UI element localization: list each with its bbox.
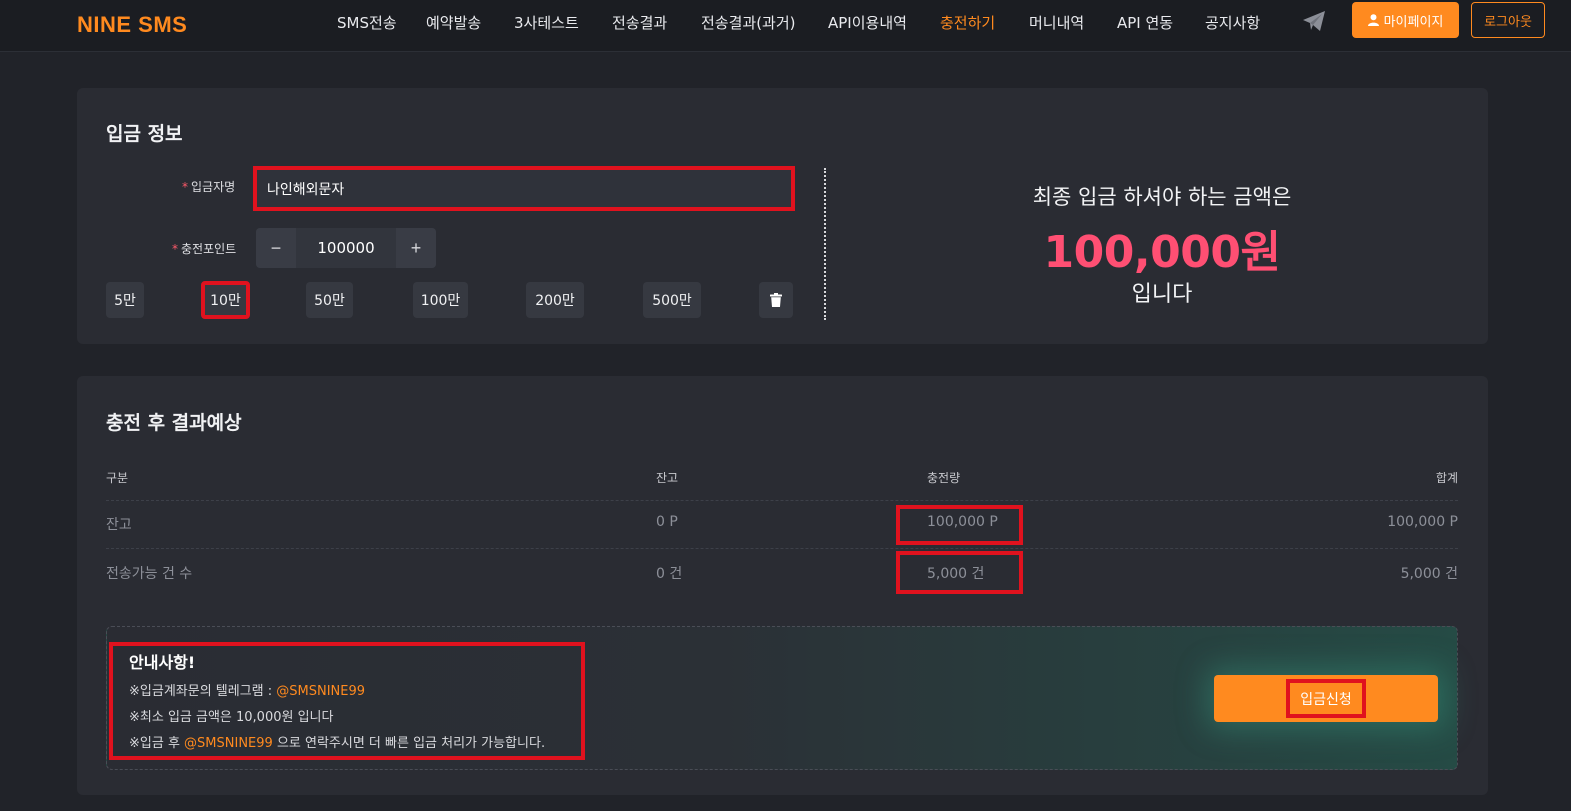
quick-amount-50k[interactable]: 5만 <box>106 282 144 318</box>
mypage-label: 마이페이지 <box>1383 14 1444 30</box>
table-cell-row1-total: 100,000 P <box>1387 514 1458 530</box>
table-header-charge: 충전량 <box>927 471 961 485</box>
quick-amount-5m[interactable]: 500만 <box>643 282 701 318</box>
nav-send-results[interactable]: 전송결과 <box>612 12 667 33</box>
nav-api-usage[interactable]: API이용내역 <box>828 12 907 33</box>
table-divider <box>106 548 1458 549</box>
final-amount-suffix: 입니다 <box>1131 282 1193 307</box>
quick-amount-1m[interactable]: 100만 <box>413 282 468 318</box>
nav-scheduled-send[interactable]: 예약발송 <box>426 12 481 33</box>
required-mark: * <box>172 242 178 256</box>
notice-line-telegram: ※입금계좌문의 텔레그램 : @SMSNINE99 <box>129 684 366 699</box>
telegram-handle[interactable]: @SMSNINE99 <box>276 684 365 699</box>
table-header-balance: 잔고 <box>656 471 679 485</box>
depositor-highlight <box>253 166 795 211</box>
notice-area: 안내사항! ※입금계좌문의 텔레그램 : @SMSNINE99 ※최소 입금 금… <box>106 626 1458 770</box>
table-cell-row1-charge: 100,000 P <box>927 514 998 530</box>
user-icon <box>1367 14 1379 26</box>
nav-notices[interactable]: 공지사항 <box>1205 12 1260 33</box>
final-amount: 100,000원 <box>1043 227 1281 278</box>
deposit-info-title: 입금 정보 <box>106 123 183 145</box>
notice-highlight: 안내사항! ※입금계좌문의 텔레그램 : @SMSNINE99 ※최소 입금 금… <box>109 642 585 760</box>
telegram-handle[interactable]: @SMSNINE99 <box>184 736 273 751</box>
logout-button[interactable]: 로그아웃 <box>1471 2 1545 38</box>
decrement-button[interactable]: − <box>256 228 296 268</box>
apply-deposit-button[interactable]: 입금신청 <box>1214 675 1438 722</box>
table-cell-row2-category: 전송가능 건 수 <box>106 566 193 582</box>
table-cell-row2-balance: 0 건 <box>656 566 683 582</box>
point-label: * 충전포인트 <box>172 242 237 256</box>
table-cell-row2-total: 5,000 건 <box>1400 566 1458 582</box>
nav-carrier-test[interactable]: 3사테스트 <box>514 12 579 33</box>
telegram-icon[interactable] <box>1302 10 1326 32</box>
final-amount-intro: 최종 입금 하셔야 하는 금액은 <box>1032 185 1292 209</box>
point-stepper: − + <box>256 228 436 268</box>
logo[interactable]: NINE SMS <box>77 12 187 38</box>
nav-send-results-past[interactable]: 전송결과(과거) <box>701 12 796 33</box>
table-header-total: 합계 <box>1435 471 1458 485</box>
deposit-info-card: 입금 정보 *입금자명 *충전포인트 − + 5만 10만 50만 100만 2… <box>77 88 1488 344</box>
nav-sms-send[interactable]: SMS전송 <box>337 12 397 33</box>
result-preview-title: 충전 후 결과예상 <box>106 412 242 434</box>
depositor-input[interactable] <box>267 175 787 203</box>
nav-recharge[interactable]: 충전하기 <box>940 12 995 33</box>
clear-amount-button[interactable] <box>759 282 793 318</box>
notice-line-contact: ※입금 후 @SMSNINE99 으로 연락주시면 더 빠른 입금 처리가 가능… <box>129 736 546 751</box>
table-header-category: 구분 <box>106 471 129 485</box>
vertical-divider <box>824 168 826 320</box>
depositor-label: * 입금자명 <box>182 180 236 194</box>
nav-api-integration[interactable]: API 연동 <box>1117 12 1173 33</box>
increment-button[interactable]: + <box>396 228 436 268</box>
top-header: NINE SMS SMS전송 예약발송 3사테스트 전송결과 전송결과(과거) … <box>0 0 1571 52</box>
point-input[interactable] <box>296 228 396 268</box>
quick-amount-2m[interactable]: 200만 <box>526 282 584 318</box>
result-preview-card: 충전 후 결과예상 구분 잔고 충전량 합계 잔고 0 P 100,000 P … <box>77 376 1488 795</box>
quick-amount-500k[interactable]: 50만 <box>306 282 353 318</box>
table-divider <box>106 500 1458 501</box>
apply-deposit-label: 입금신청 <box>1286 679 1366 718</box>
notice-title: 안내사항! <box>129 653 196 672</box>
quick-amount-100k[interactable]: 10만 <box>201 281 250 319</box>
required-mark: * <box>182 180 188 194</box>
notice-line-minimum: ※최소 입금 금액은 10,000원 입니다 <box>129 710 334 725</box>
trash-icon <box>770 293 782 307</box>
table-cell-row1-balance: 0 P <box>656 514 678 530</box>
table-cell-row2-charge: 5,000 건 <box>927 566 985 582</box>
table-cell-row1-category: 잔고 <box>106 517 132 533</box>
mypage-button[interactable]: 마이페이지 <box>1352 2 1459 38</box>
nav-money-history[interactable]: 머니내역 <box>1029 12 1084 33</box>
